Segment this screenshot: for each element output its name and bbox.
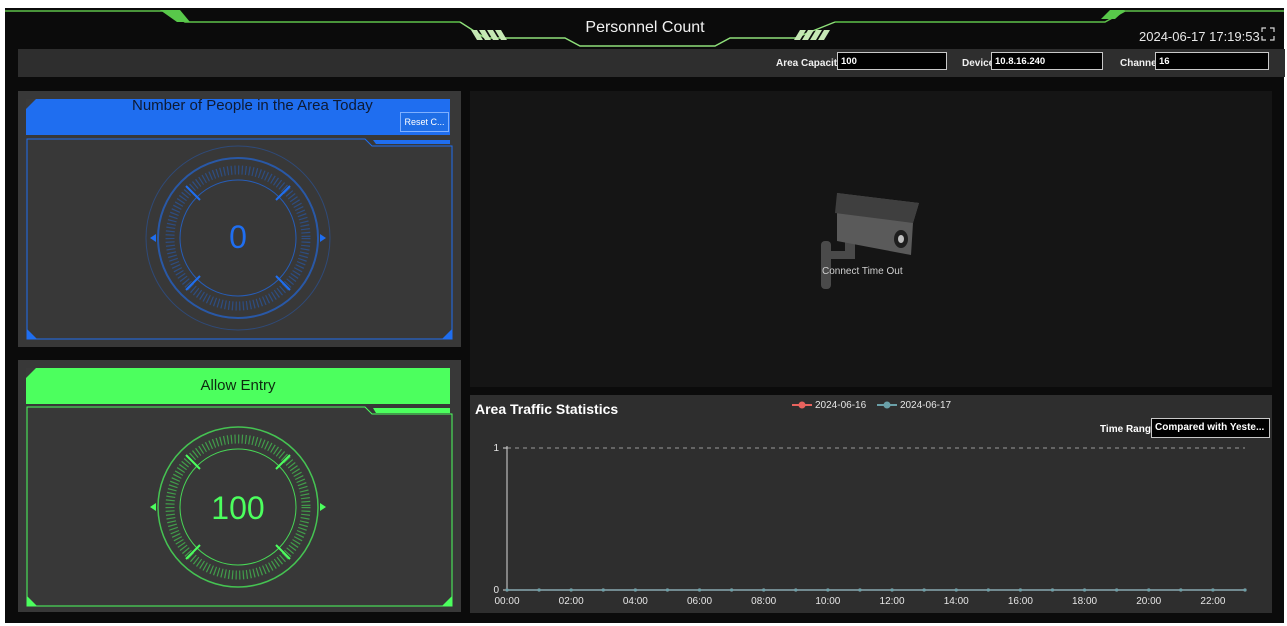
data-point bbox=[601, 588, 605, 592]
legend-marker bbox=[876, 401, 897, 409]
x-tick-label: 00:00 bbox=[494, 596, 519, 607]
x-tick-label: 20:00 bbox=[1136, 596, 1161, 607]
chart-legend: 2024-06-16 2024-06-17 bbox=[792, 400, 959, 411]
settings-bar: Area Capacity Device Channel bbox=[18, 49, 1285, 77]
x-tick-label: 18:00 bbox=[1072, 596, 1097, 607]
device-label: Device bbox=[962, 58, 995, 69]
page-title: Personnel Count bbox=[585, 19, 705, 36]
data-point bbox=[858, 588, 862, 592]
data-point bbox=[826, 588, 830, 592]
allow-entry-value: 100 bbox=[211, 490, 265, 526]
x-tick-label: 02:00 bbox=[559, 596, 584, 607]
data-point bbox=[665, 588, 670, 592]
allow-entry-panel: Allow Entry 100 bbox=[18, 360, 461, 612]
video-preview: Connect Time Out bbox=[470, 91, 1272, 387]
data-point bbox=[1211, 588, 1215, 592]
data-point bbox=[1018, 588, 1022, 592]
area-capacity-input[interactable] bbox=[837, 52, 947, 70]
time-range-select[interactable]: Compared with Yeste... bbox=[1151, 418, 1270, 438]
people-count-panel: Number of People in the Area Today Reset… bbox=[18, 91, 461, 347]
fullscreen-icon[interactable] bbox=[1261, 27, 1275, 41]
legend-marker bbox=[792, 401, 812, 409]
x-tick-label: 10:00 bbox=[815, 596, 840, 607]
data-point bbox=[954, 588, 958, 592]
x-tick-label: 12:00 bbox=[880, 596, 905, 607]
x-tick-label: 08:00 bbox=[751, 596, 776, 607]
data-point bbox=[569, 588, 573, 592]
data-point bbox=[890, 588, 894, 592]
data-point bbox=[1115, 588, 1119, 592]
data-point bbox=[986, 588, 990, 592]
legend-label: 2024-06-17 bbox=[899, 400, 952, 411]
app-window: Personnel Count 2024-06-17 17:19:53 Area… bbox=[5, 8, 1285, 623]
device-input[interactable] bbox=[991, 52, 1103, 70]
entry-gauge-frame bbox=[26, 406, 453, 607]
data-point bbox=[1179, 588, 1183, 592]
people-count-value: 0 bbox=[229, 219, 247, 255]
chart-title: Area Traffic Statistics bbox=[475, 401, 619, 417]
data-point bbox=[697, 588, 702, 592]
data-point bbox=[505, 588, 509, 592]
traffic-statistics-panel: 0 1 00:00 02:00 04:00 06:00 08:00 10:00 12:00 14:… bbox=[470, 395, 1272, 613]
area-capacity-label: Area Capacity bbox=[776, 58, 843, 69]
x-tick-label: 06:00 bbox=[687, 596, 712, 607]
video-status-text: Connect Time Out bbox=[822, 266, 903, 277]
data-point bbox=[1050, 588, 1055, 592]
time-range-label: Time Range bbox=[1100, 424, 1157, 435]
legend-label: 2024-06-16 bbox=[815, 400, 867, 411]
data-point bbox=[922, 588, 926, 592]
data-point bbox=[633, 588, 637, 592]
data-point bbox=[1243, 588, 1247, 592]
data-point bbox=[537, 588, 541, 592]
data-point bbox=[1147, 588, 1151, 592]
x-tick-label: 14:00 bbox=[944, 596, 969, 607]
channel-input[interactable] bbox=[1155, 52, 1269, 70]
y-tick-label: 1 bbox=[493, 443, 499, 454]
y-tick-label: 0 bbox=[493, 585, 499, 596]
legend-item-2024-06-16[interactable]: 2024-06-16 bbox=[792, 400, 866, 411]
x-tick-label: 22:00 bbox=[1200, 596, 1225, 607]
channel-label: Channel bbox=[1120, 58, 1160, 69]
x-tick-label: 16:00 bbox=[1008, 596, 1033, 607]
data-point bbox=[794, 588, 798, 592]
data-point bbox=[762, 588, 766, 592]
x-tick-label: 04:00 bbox=[623, 596, 648, 607]
data-point bbox=[1082, 588, 1087, 592]
datetime-display: 2024-06-17 17:19:53 bbox=[1139, 29, 1260, 44]
header: Personnel Count 2024-06-17 17:19:53 bbox=[5, 8, 1284, 47]
data-point bbox=[730, 588, 734, 592]
legend-item-2024-06-17[interactable]: 2024-06-17 bbox=[876, 400, 952, 411]
